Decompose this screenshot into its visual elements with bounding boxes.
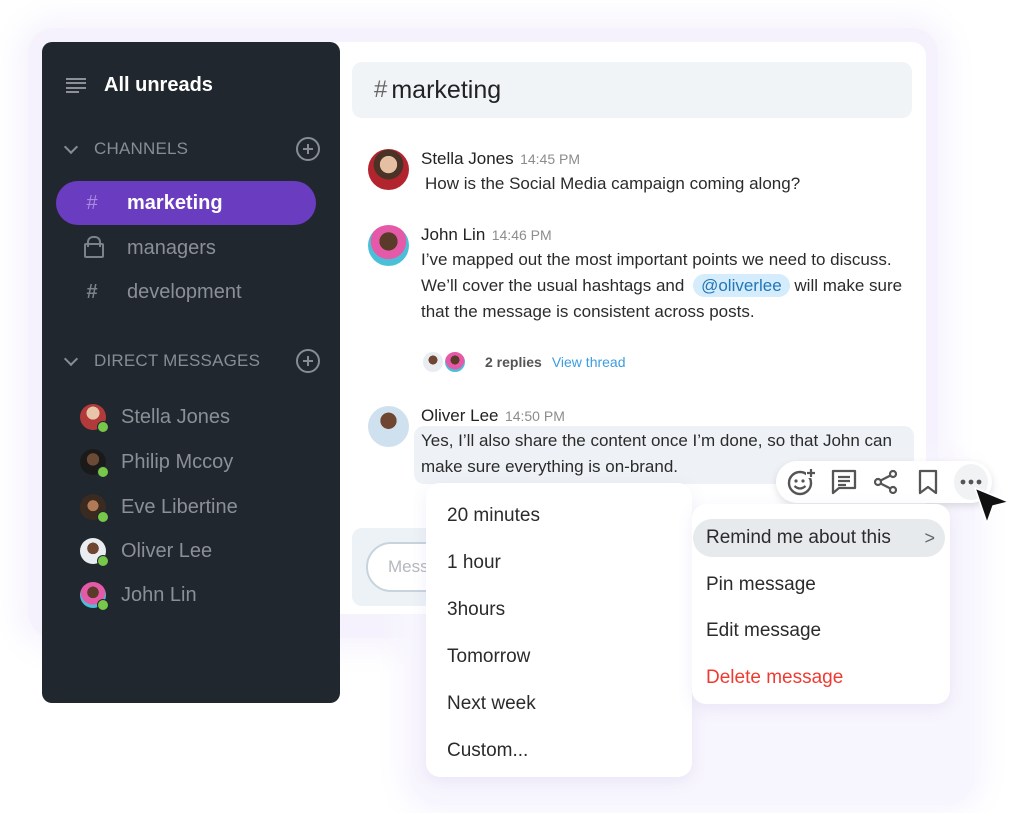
avatar[interactable] (368, 406, 409, 447)
online-status-icon (97, 421, 109, 433)
dm-label: Stella Jones (121, 405, 230, 428)
sidebar: All unreads CHANNELS # marketing manager… (42, 42, 340, 703)
remind-option-custom[interactable]: Custom... (447, 740, 528, 762)
channel-header: # marketing (352, 62, 912, 118)
dm-label: Oliver Lee (121, 539, 213, 562)
thread-replies: 2 replies View thread (421, 350, 626, 374)
channels-section-header[interactable]: CHANNELS (64, 137, 320, 161)
sidebar-channel-marketing[interactable]: # marketing (56, 181, 316, 225)
remind-submenu: 20 minutes 1 hour 3hours Tomorrow Next w… (426, 483, 692, 777)
message-time: 14:50 PM (504, 408, 565, 424)
channel-label: development (127, 280, 242, 303)
avatar (80, 538, 109, 567)
dm-section-header[interactable]: DIRECT MESSAGES (64, 349, 320, 373)
menu-item-label: Remind me about this (706, 527, 891, 548)
all-unreads-label: All unreads (104, 74, 213, 96)
dm-item-eve-libertine[interactable]: Eve Libertine (80, 494, 238, 523)
bookmark-button[interactable] (909, 462, 947, 502)
comment-icon (831, 469, 856, 495)
dm-item-john-lin[interactable]: John Lin (80, 582, 197, 611)
online-status-icon (97, 511, 109, 523)
lock-icon (82, 236, 104, 260)
dm-heading: DIRECT MESSAGES (94, 351, 261, 370)
dm-item-philip-mccoy[interactable]: Philip Mccoy (80, 449, 234, 478)
message-text: I’ve mapped out the most important point… (421, 247, 911, 325)
message-time: 14:46 PM (491, 227, 552, 243)
menu-item-delete-message[interactable]: Delete message (706, 667, 843, 689)
online-status-icon (97, 555, 109, 567)
channel-label: managers (127, 236, 216, 259)
avatar (80, 494, 109, 523)
channels-heading: CHANNELS (94, 139, 189, 158)
hash-icon: # (86, 280, 98, 303)
online-status-icon (97, 599, 109, 611)
chevron-right-icon: > (924, 527, 935, 548)
message-author[interactable]: Oliver Lee (421, 406, 498, 425)
share-button[interactable] (867, 462, 905, 502)
message-author[interactable]: Stella Jones (421, 149, 514, 168)
chevron-down-icon[interactable] (64, 354, 78, 368)
menu-item-remind-me[interactable]: Remind me about this > (693, 519, 945, 557)
sidebar-channel-managers[interactable]: managers (56, 226, 316, 270)
emoji-add-icon (787, 468, 817, 496)
hash-icon: # (86, 191, 98, 214)
add-channel-icon[interactable] (296, 137, 320, 161)
avatar (443, 350, 467, 374)
message-time: 14:45 PM (520, 151, 581, 167)
avatar (421, 350, 445, 374)
avatar[interactable] (368, 149, 409, 190)
remind-option-3-hours[interactable]: 3hours (447, 599, 505, 621)
dm-label: Philip Mccoy (121, 450, 234, 473)
menu-item-pin-message[interactable]: Pin message (706, 574, 816, 596)
reply-thread-button[interactable] (824, 462, 862, 502)
message-actions-toolbar (776, 461, 992, 503)
mention-oliverlee[interactable]: @oliverlee (693, 274, 790, 297)
reply-count: 2 replies (485, 354, 542, 370)
add-reaction-button[interactable] (782, 462, 820, 502)
dm-label: John Lin (121, 583, 197, 606)
remind-option-20-minutes[interactable]: 20 minutes (447, 505, 540, 527)
chevron-down-icon[interactable] (64, 142, 78, 156)
dm-label: Eve Libertine (121, 495, 238, 518)
avatar (80, 582, 109, 611)
avatar (80, 449, 109, 478)
bookmark-icon (919, 469, 938, 495)
hash-icon: # (374, 76, 388, 103)
list-icon (66, 77, 86, 94)
message-author[interactable]: John Lin (421, 225, 485, 244)
message-actions-menu: Remind me about this > Pin message Edit … (692, 504, 950, 704)
dm-item-stella-jones[interactable]: Stella Jones (80, 404, 230, 433)
online-status-icon (97, 466, 109, 478)
menu-item-edit-message[interactable]: Edit message (706, 620, 821, 642)
view-thread-link[interactable]: View thread (552, 354, 626, 370)
dm-item-oliver-lee[interactable]: Oliver Lee (80, 538, 213, 567)
message-text: How is the Social Media campaign coming … (425, 174, 801, 193)
sidebar-channel-development[interactable]: # development (56, 270, 316, 314)
remind-option-1-hour[interactable]: 1 hour (447, 552, 501, 574)
add-dm-icon[interactable] (296, 349, 320, 373)
channel-label: marketing (127, 191, 223, 214)
avatar (80, 404, 109, 433)
page-title: marketing (391, 75, 502, 104)
remind-option-next-week[interactable]: Next week (447, 693, 536, 715)
remind-option-tomorrow[interactable]: Tomorrow (447, 646, 530, 668)
avatar[interactable] (368, 225, 409, 266)
more-horizontal-icon (960, 479, 982, 485)
mouse-cursor-icon (973, 486, 1011, 531)
share-icon (873, 469, 898, 495)
all-unreads-item[interactable]: All unreads (66, 74, 213, 97)
